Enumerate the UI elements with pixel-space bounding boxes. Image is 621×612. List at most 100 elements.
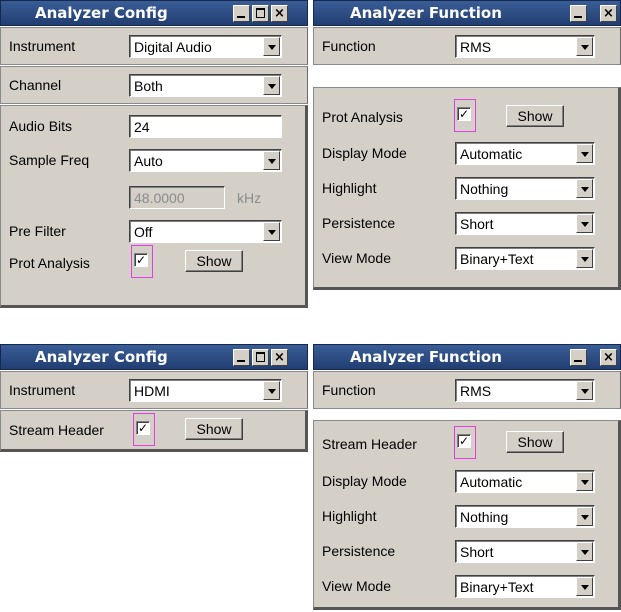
display-mode-select[interactable]: Automatic: [455, 470, 595, 493]
stream-header-group: Stream Header ✓ Show: [0, 410, 308, 452]
persistence-select[interactable]: Short: [455, 212, 595, 235]
minimize-button[interactable]: [233, 349, 250, 366]
settings-group: Audio Bits 24 Sample Freq Auto 48.0000 k…: [0, 105, 308, 308]
checkmark-icon: ✓: [135, 253, 147, 267]
highlight-value: Nothing: [460, 509, 509, 525]
chevron-down-icon[interactable]: [263, 76, 280, 95]
chevron-down-icon[interactable]: [576, 249, 593, 268]
analyzer-function-panel-hdmi: Analyzer Function × Function RMS Stream …: [313, 344, 621, 610]
chevron-down-icon[interactable]: [263, 37, 280, 56]
chevron-down-icon[interactable]: [576, 214, 593, 233]
instrument-label: Instrument: [9, 38, 76, 54]
pre-filter-label: Pre Filter: [9, 223, 66, 239]
channel-label: Channel: [9, 77, 62, 93]
maximize-icon: [253, 350, 268, 365]
chevron-down-icon[interactable]: [576, 472, 593, 491]
display-mode-select[interactable]: Automatic: [455, 142, 595, 165]
sample-freq-value: Auto: [134, 153, 163, 169]
window-title: Analyzer Function: [350, 4, 502, 22]
title-bar[interactable]: Analyzer Function ×: [313, 0, 621, 26]
persistence-value: Short: [460, 216, 494, 232]
close-button[interactable]: ×: [271, 5, 288, 22]
stream-header-label: Stream Header: [322, 436, 417, 452]
sample-freq-select[interactable]: Auto: [129, 149, 282, 172]
analyzer-config-panel-hdmi: Analyzer Config × Instrument HDMI Stream…: [0, 344, 308, 452]
highlight-select[interactable]: Nothing: [455, 505, 595, 528]
show-button[interactable]: Show: [506, 431, 564, 453]
frequency-field: 48.0000: [129, 186, 225, 209]
show-button[interactable]: Show: [506, 105, 564, 127]
stream-header-label: Stream Header: [9, 422, 104, 438]
maximize-button[interactable]: [252, 5, 269, 22]
show-button[interactable]: Show: [185, 250, 243, 272]
prot-analysis-checkbox[interactable]: ✓: [134, 253, 148, 267]
display-mode-label: Display Mode: [322, 473, 407, 489]
window-title: Analyzer Config: [35, 4, 168, 22]
chevron-down-icon[interactable]: [576, 144, 593, 163]
display-mode-label: Display Mode: [322, 145, 407, 161]
channel-group: Channel Both: [0, 66, 308, 104]
frequency-unit: kHz: [237, 190, 262, 206]
checkmark-icon: ✓: [458, 107, 470, 121]
title-bar[interactable]: Analyzer Config ×: [0, 0, 308, 26]
close-icon: ×: [274, 6, 285, 21]
persistence-label: Persistence: [322, 543, 396, 559]
chevron-down-icon[interactable]: [263, 381, 280, 400]
function-select[interactable]: RMS: [455, 35, 595, 58]
show-button[interactable]: Show: [185, 418, 243, 440]
chevron-down-icon[interactable]: [576, 507, 593, 526]
maximize-button[interactable]: [252, 349, 269, 366]
title-bar[interactable]: Analyzer Config ×: [0, 344, 308, 370]
highlight-value: Nothing: [460, 181, 509, 197]
prot-analysis-label: Prot Analysis: [9, 255, 90, 271]
stream-header-checkbox[interactable]: ✓: [136, 421, 150, 435]
view-mode-select[interactable]: Binary+Text: [455, 575, 595, 598]
instrument-label: Instrument: [9, 382, 76, 398]
minimize-button[interactable]: [233, 5, 250, 22]
minimize-icon: [234, 350, 249, 365]
highlight-label: Highlight: [322, 508, 377, 524]
sample-freq-label: Sample Freq: [9, 152, 90, 168]
chevron-down-icon[interactable]: [263, 222, 280, 241]
function-select[interactable]: RMS: [455, 379, 595, 402]
instrument-group: Instrument Digital Audio: [0, 27, 308, 65]
close-icon: ×: [274, 350, 285, 365]
channel-select[interactable]: Both: [129, 74, 282, 97]
pre-filter-select[interactable]: Off: [129, 220, 282, 243]
view-mode-label: View Mode: [322, 578, 392, 594]
persistence-select[interactable]: Short: [455, 540, 595, 563]
persistence-label: Persistence: [322, 215, 396, 231]
prot-analysis-checkbox[interactable]: ✓: [457, 107, 471, 121]
close-button[interactable]: ×: [271, 349, 288, 366]
checkmark-icon: ✓: [137, 421, 149, 435]
stream-header-checkbox[interactable]: ✓: [457, 434, 471, 448]
minimize-button[interactable]: [570, 5, 587, 22]
stream-header-highlight: ✓: [133, 413, 155, 446]
close-button[interactable]: ×: [600, 5, 617, 22]
instrument-select[interactable]: Digital Audio: [129, 35, 282, 58]
view-mode-value: Binary+Text: [460, 251, 534, 267]
instrument-select[interactable]: HDMI: [129, 379, 282, 402]
instrument-value: HDMI: [134, 383, 170, 399]
checkmark-icon: ✓: [458, 434, 470, 448]
chevron-down-icon[interactable]: [576, 577, 593, 596]
chevron-down-icon[interactable]: [576, 37, 593, 56]
close-button[interactable]: ×: [600, 349, 617, 366]
chevron-down-icon[interactable]: [576, 542, 593, 561]
chevron-down-icon[interactable]: [263, 151, 280, 170]
minimize-button[interactable]: [570, 349, 587, 366]
function-label: Function: [322, 382, 376, 398]
maximize-icon: [253, 6, 268, 21]
view-mode-label: View Mode: [322, 250, 392, 266]
audio-bits-field[interactable]: 24: [129, 115, 282, 138]
chevron-down-icon[interactable]: [576, 179, 593, 198]
title-bar[interactable]: Analyzer Function ×: [313, 344, 621, 370]
chevron-down-icon[interactable]: [576, 381, 593, 400]
view-mode-value: Binary+Text: [460, 579, 534, 595]
highlight-select[interactable]: Nothing: [455, 177, 595, 200]
view-mode-select[interactable]: Binary+Text: [455, 247, 595, 270]
window-title: Analyzer Function: [350, 348, 502, 366]
audio-bits-label: Audio Bits: [9, 118, 73, 134]
minimize-icon: [571, 350, 586, 365]
function-label: Function: [322, 38, 376, 54]
